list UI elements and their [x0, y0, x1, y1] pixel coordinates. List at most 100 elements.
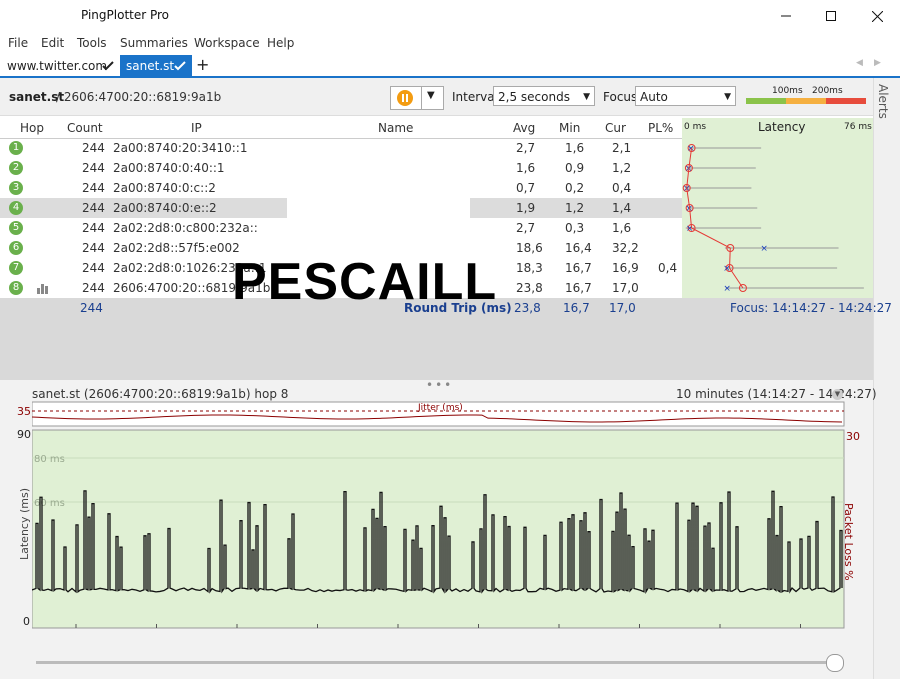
menu-summaries[interactable]: Summaries — [120, 36, 188, 50]
app-icon — [10, 9, 24, 23]
chevron-down-icon: ▼ — [724, 92, 731, 102]
app-title: PingPlotter Pro — [81, 8, 170, 22]
gridline-label: 80 ms — [34, 454, 65, 465]
latency-max-label: 76 ms — [844, 122, 872, 132]
pause-icon — [397, 90, 413, 106]
col-cur[interactable]: Cur — [605, 121, 626, 135]
cell-cur: 1,4 — [612, 201, 632, 215]
summary-min: 16,7 — [563, 301, 590, 315]
pause-split-button[interactable]: ▼ — [390, 86, 444, 110]
latency-min-label: 0 ms — [684, 122, 707, 132]
cell-count: 244 — [82, 141, 105, 155]
cell-count: 244 — [82, 201, 105, 215]
cell-count: 244 — [82, 241, 105, 255]
table-row[interactable]: 2 244 2a00:8740:0:40::1 1,6 0,9 1,2 — [0, 158, 682, 178]
interval-label: Interval — [452, 90, 498, 104]
cell-min: 1,2 — [565, 201, 585, 215]
col-min[interactable]: Min — [559, 121, 580, 135]
hop-number-badge: 6 — [9, 241, 23, 255]
cell-ip: 2a00:8740:0:c::2 — [113, 181, 216, 195]
summary-focus: Focus: 14:14:27 - 14:24:27 — [730, 301, 892, 315]
minimize-icon[interactable] — [763, 0, 809, 32]
menu-help[interactable]: Help — [267, 36, 294, 50]
col-hop[interactable]: Hop — [20, 121, 44, 135]
hop-number-badge: 4 — [9, 201, 23, 215]
col-name[interactable]: Name — [378, 121, 413, 135]
cell-cur: 32,2 — [612, 241, 639, 255]
col-ip[interactable]: IP — [191, 121, 202, 135]
y-axis-label: Latency (ms) — [18, 487, 31, 560]
col-pl[interactable]: PL% — [648, 121, 673, 135]
table-row[interactable]: 1 244 2a00:8740:20:3410::1 2,7 1,6 2,1 — [0, 138, 682, 158]
check-icon — [102, 61, 114, 71]
hop-cur-marker: × — [723, 284, 731, 294]
interval-select[interactable]: 2,5 seconds ▼ — [493, 86, 595, 106]
scale-red — [826, 98, 866, 104]
cell-avg: 0,7 — [516, 181, 536, 195]
menu-file[interactable]: File — [8, 36, 28, 50]
menu-edit[interactable]: Edit — [41, 36, 64, 50]
scroll-left-icon[interactable]: ◀ — [856, 58, 863, 68]
summary-count: 244 — [80, 301, 103, 315]
hop-cur-marker: × — [760, 244, 768, 254]
close-icon[interactable] — [854, 0, 900, 32]
overlay-watermark-text: PESCAILL — [232, 253, 498, 311]
cell-min: 0,3 — [565, 221, 585, 235]
tab-twitter[interactable]: www.twitter.com — [0, 55, 118, 76]
timeline-slider-track[interactable] — [36, 661, 836, 664]
splitter-handle[interactable]: ••• — [426, 378, 453, 392]
cell-cur: 2,1 — [612, 141, 632, 155]
cell-cur: 16,9 — [612, 261, 639, 275]
tab-sanet[interactable]: sanet.st — [120, 55, 192, 76]
hop-number-badge: 2 — [9, 161, 23, 175]
cell-avg: 1,9 — [516, 201, 536, 215]
menu-tools[interactable]: Tools — [77, 36, 107, 50]
col-avg[interactable]: Avg — [513, 121, 535, 135]
hop-number-badge: 8 — [9, 281, 23, 295]
table-row[interactable]: 5 244 2a02:2d8:0:c800:232a:: 2,7 0,3 1,6 — [0, 218, 682, 238]
cell-cur: 1,6 — [612, 221, 632, 235]
cell-min: 16,4 — [565, 241, 592, 255]
graph-title: sanet.st (2606:4700:20::6819:9a1b) hop 8 — [32, 387, 289, 401]
cell-count: 244 — [82, 261, 105, 275]
y-max-label: 90 — [17, 428, 31, 441]
table-row[interactable]: 4 244 2a00:8740:0:e::2 1,9 1,2 1,4 — [0, 198, 682, 218]
alerts-label: Alerts — [876, 84, 890, 119]
col-count[interactable]: Count — [67, 121, 103, 135]
target-address: / 2606:4700:20::6819:9a1b — [56, 90, 222, 104]
tab-label: sanet.st — [126, 59, 175, 73]
timeline-slider-thumb[interactable] — [826, 654, 844, 672]
summary-avg: 23,8 — [514, 301, 541, 315]
cell-avg: 2,7 — [516, 221, 536, 235]
tab-label: www.twitter.com — [7, 59, 108, 73]
cell-avg: 18,3 — [516, 261, 543, 275]
focus-select[interactable]: Auto ▼ — [635, 86, 736, 106]
chevron-down-icon[interactable]: ▼ — [832, 389, 843, 400]
summary-cur: 17,0 — [609, 301, 636, 315]
scroll-right-icon[interactable]: ▶ — [874, 58, 881, 68]
cell-min: 16,7 — [565, 261, 592, 275]
latency-header: Latency — [758, 120, 806, 134]
graph-range[interactable]: 10 minutes (14:14:27 - 14:24:27) — [676, 387, 877, 401]
scale-green — [746, 98, 786, 104]
bar-chart-icon[interactable] — [37, 282, 49, 294]
chevron-down-icon: ▼ — [427, 90, 435, 101]
add-tab-icon[interactable]: + — [196, 55, 209, 74]
cell-count: 244 — [82, 281, 105, 295]
alerts-panel[interactable] — [873, 78, 900, 679]
focus-label: Focus — [603, 90, 638, 104]
menu-workspace[interactable]: Workspace — [194, 36, 260, 50]
maximize-icon[interactable] — [808, 0, 854, 32]
hop-number-badge: 3 — [9, 181, 23, 195]
scale-100-label: 100ms — [772, 86, 803, 96]
latency-history-chart: Jitter (ms)80 ms60 ms14:1514:1614:1714:1… — [32, 401, 845, 629]
cell-count: 244 — [82, 221, 105, 235]
cell-avg: 1,6 — [516, 161, 536, 175]
hop-number-badge: 5 — [9, 221, 23, 235]
table-row[interactable]: 3 244 2a00:8740:0:c::2 0,7 0,2 0,4 — [0, 178, 682, 198]
cell-cur: 1,2 — [612, 161, 632, 175]
hop-cur-marker: × — [686, 224, 694, 234]
chevron-down-icon: ▼ — [583, 92, 590, 102]
cell-min: 0,2 — [565, 181, 585, 195]
hop-number-badge: 7 — [9, 261, 23, 275]
